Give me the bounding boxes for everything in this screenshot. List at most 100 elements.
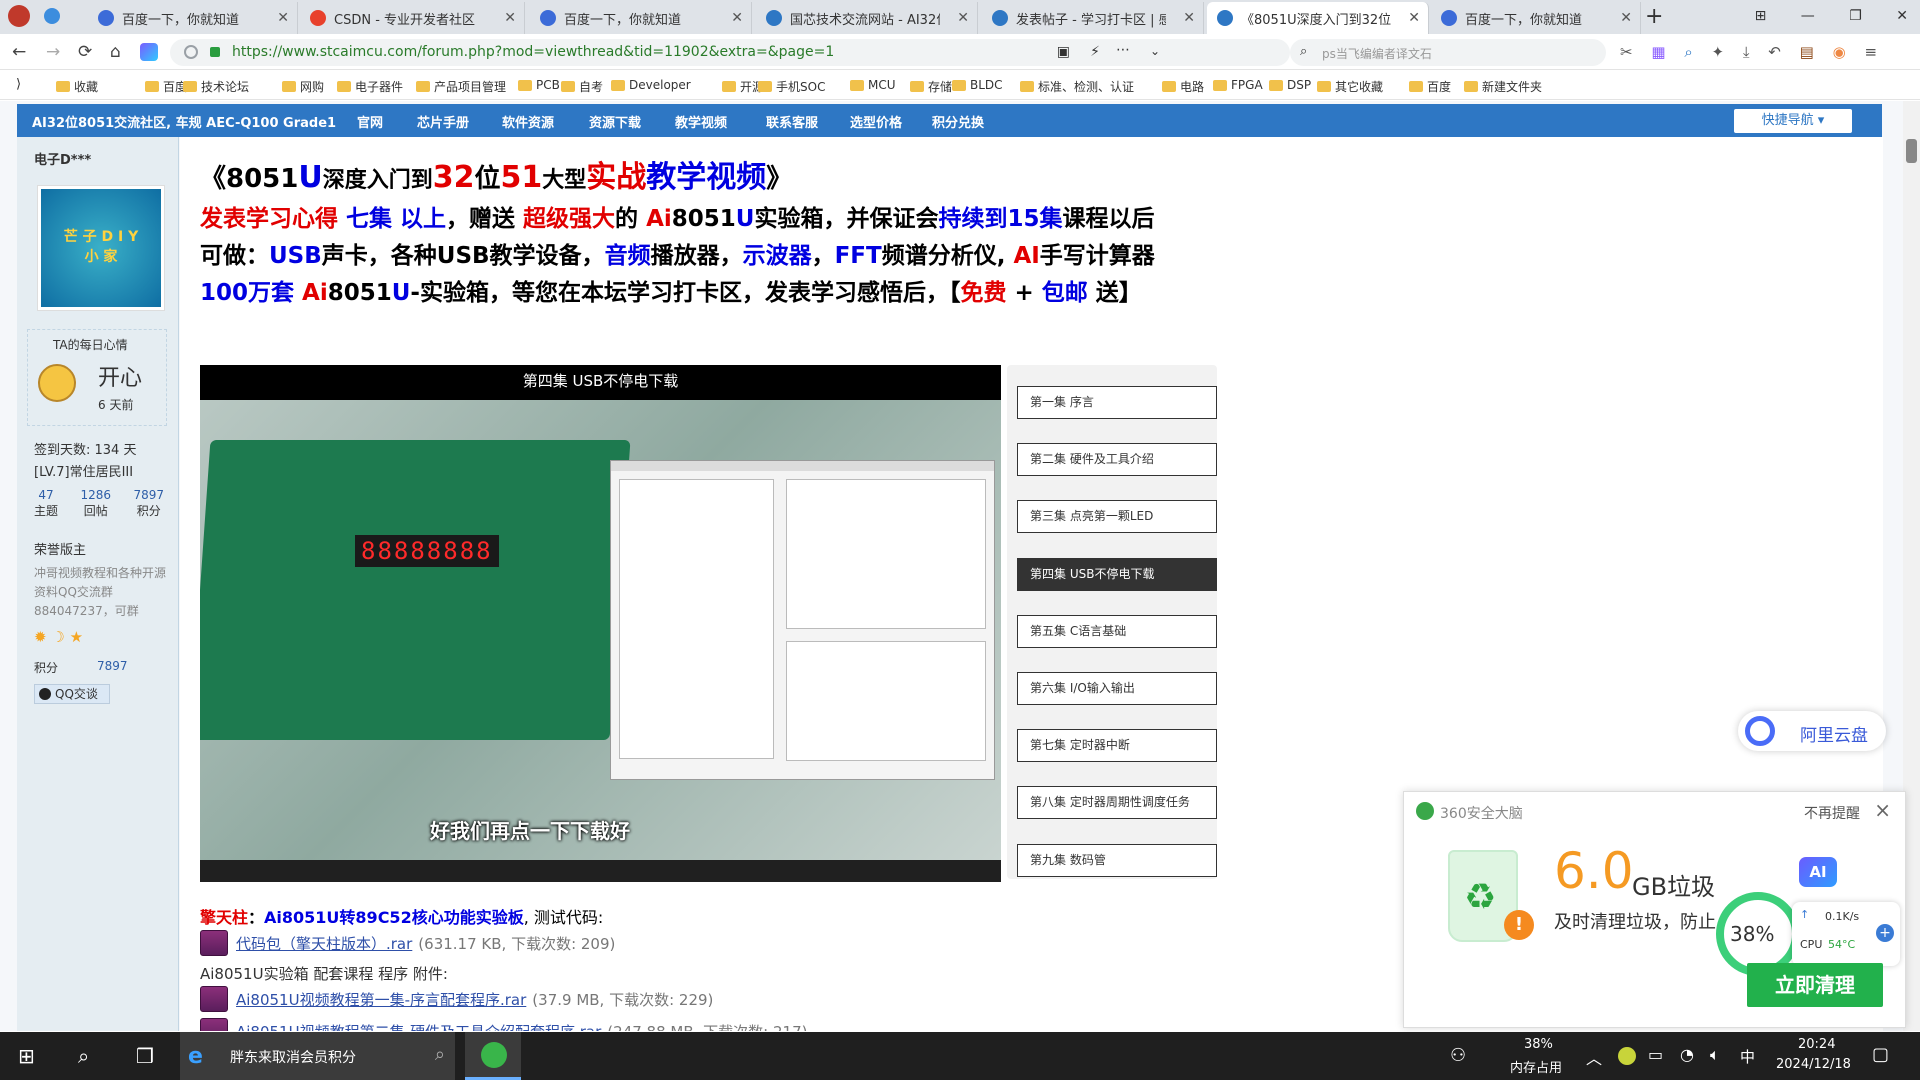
tab-close-icon[interactable]: ✕ [957, 10, 969, 26]
browser-tab[interactable]: 国芯技术交流网站 - AI32位8051 ✕ [756, 2, 978, 34]
tray-360-icon[interactable] [1618, 1047, 1636, 1065]
playlist-episode[interactable]: 第五集 C语言基础 [1017, 614, 1217, 648]
video-player[interactable]: 第四集 USB不停电下载 88888888 好我们再点一下下载好 [200, 365, 1001, 882]
dropdown-icon[interactable]: ⌄ [1150, 44, 1160, 58]
site-nav-item[interactable]: 资源下载 [589, 112, 641, 131]
attachment-link[interactable]: 代码包（擎天柱版本）.rar [236, 933, 412, 954]
restore-icon[interactable]: ❐ [1849, 8, 1862, 24]
home-icon[interactable]: ⌂ [110, 42, 121, 62]
clock-time[interactable]: 20:24 [1798, 1037, 1835, 1052]
show-hidden-icons-icon[interactable]: ︿ [1586, 1045, 1602, 1069]
bookmark-item[interactable]: FPGA [1213, 78, 1263, 92]
network-icon[interactable]: ◔ [1680, 1045, 1694, 1064]
wallet-icon[interactable]: ▤ [1800, 43, 1814, 61]
flash-icon[interactable]: ⚡ [1090, 44, 1100, 60]
extensions-icon[interactable]: ✦ [1712, 43, 1725, 61]
bookmark-item[interactable]: PCB [518, 78, 560, 92]
profile-icon[interactable]: ◉ [1833, 43, 1846, 61]
tab-close-icon[interactable]: ✕ [504, 10, 516, 26]
tab-close-icon[interactable]: ✕ [731, 10, 743, 26]
tray-device-icon[interactable]: ▭ [1648, 1045, 1663, 1064]
stat-value[interactable]: 47 [34, 488, 58, 502]
tab-close-icon[interactable]: ✕ [1408, 10, 1420, 26]
site-info-icon[interactable] [184, 45, 198, 59]
downloads-icon[interactable]: ⤓ [1743, 43, 1750, 61]
scrollbar-thumb[interactable] [1906, 139, 1917, 163]
author-name[interactable]: 电子D*** [34, 149, 91, 168]
site-brand[interactable]: AI32位8051交流社区, 车规 AEC-Q100 Grade1 [32, 112, 336, 131]
playlist-episode[interactable]: 第四集 USB不停电下载 [1017, 557, 1217, 591]
site-nav-item[interactable]: 教学视频 [675, 112, 727, 131]
url-text[interactable]: https://www.stcaimcu.com/forum.php?mod=v… [232, 44, 834, 60]
notification-icon[interactable]: ▢ [1872, 1044, 1889, 1065]
back-icon[interactable]: ← [12, 42, 26, 62]
site-nav-item[interactable]: 选型价格 [850, 112, 902, 131]
browser-tab[interactable]: 百度一下，你就知道 ✕ [1431, 2, 1641, 34]
avatar[interactable]: 芒 子 D I Y 小 家 [37, 185, 165, 311]
volume-icon[interactable]: 🔈︎ [1710, 1045, 1720, 1065]
bookmark-item[interactable]: MCU [850, 78, 896, 92]
sidebar-toggle-icon[interactable] [44, 8, 60, 24]
dismiss-link[interactable]: 不再提醒 [1804, 803, 1860, 823]
playlist-episode[interactable]: 第一集 序言 [1017, 386, 1217, 419]
taskbar-search-icon[interactable]: ⌕ [78, 1044, 89, 1068]
bookmark-item[interactable]: 收藏 [56, 78, 98, 95]
screenshot-icon[interactable]: ▣ [1057, 44, 1070, 60]
quick-nav-button[interactable]: 快捷导航 ▾ [1734, 109, 1852, 133]
playlist-episode[interactable]: 第八集 定时器周期性调度任务 [1017, 786, 1217, 820]
reload-icon[interactable]: ⟳ [78, 42, 92, 62]
clock-date[interactable]: 2024/12/18 [1776, 1057, 1851, 1072]
minimize-icon[interactable]: — [1801, 8, 1815, 24]
tab-close-icon[interactable]: ✕ [1183, 10, 1195, 26]
popup-close-icon[interactable]: × [1874, 798, 1891, 822]
attachment-link[interactable]: Ai8051U视频教程第一集-序言配套程序.rar [236, 989, 526, 1010]
bookmark-item[interactable]: 电路 [1162, 78, 1204, 95]
browser-tab[interactable]: 发表帖子 - 学习打卡区 | 感悟 ✕ [982, 2, 1204, 34]
browser-tab[interactable]: CSDN - 专业开发者社区 ✕ [300, 2, 525, 34]
memory-usage-percent[interactable]: 38% [1524, 1037, 1553, 1052]
taskbar-browser-app[interactable] [465, 1032, 521, 1080]
qq-chat-button[interactable]: QQ交谈 [34, 684, 110, 704]
forward-icon[interactable]: → [46, 42, 60, 62]
people-icon[interactable]: ⚇ [1450, 1045, 1466, 1066]
taskbar-search-box[interactable]: e 胖东来取消会员积分 ⌕ [180, 1032, 455, 1080]
aliyun-drive-widget[interactable]: 阿里云盘 [1738, 711, 1886, 751]
more-icon[interactable]: ⋯ [1116, 42, 1130, 58]
browser-tab[interactable]: 《8051U深度入门到32位5 ✕ [1207, 2, 1429, 34]
playlist-episode[interactable]: 第三集 点亮第一颗LED [1017, 500, 1217, 534]
site-nav-item[interactable]: 联系客服 [766, 112, 818, 131]
task-view-icon[interactable]: ❒ [136, 1044, 154, 1068]
search-input[interactable]: ps当飞编编者译文石 [1322, 45, 1432, 62]
playlist-episode[interactable]: 第九集 数码管 [1017, 843, 1217, 877]
site-nav-item[interactable]: 积分兑换 [932, 112, 984, 131]
bookmark-item[interactable]: 百度 [145, 78, 187, 95]
new-tab-button[interactable]: + [1645, 4, 1663, 29]
search-box[interactable]: ⌕ ps当飞编编者译文石 [1290, 39, 1606, 66]
bookmark-item[interactable]: DSP [1269, 78, 1311, 92]
bookmark-item[interactable]: BLDC [952, 78, 1003, 92]
ime-indicator[interactable]: 中 [1740, 1046, 1755, 1067]
ai-assistant-icon[interactable] [140, 43, 158, 61]
bookmarks-expand-icon[interactable]: ⟩ [16, 77, 21, 92]
window-menu-icon[interactable]: ⊞ [1755, 8, 1767, 24]
bookmark-item[interactable]: 网购 [282, 78, 324, 95]
windows-start-icon[interactable]: ⊞ [18, 1044, 35, 1068]
site-nav-item[interactable]: 芯片手册 [417, 112, 469, 131]
bookmark-item[interactable]: 其它收藏 [1317, 78, 1383, 95]
browser-tab[interactable]: 百度一下，你就知道 ✕ [88, 2, 298, 34]
bookmark-item[interactable]: 标准、检测、认证 [1020, 78, 1134, 95]
address-bar[interactable]: https://www.stcaimcu.com/forum.php?mod=v… [170, 39, 1290, 66]
site-nav-item[interactable]: 官网 [357, 112, 383, 131]
ai-badge[interactable]: AI [1799, 857, 1837, 887]
scissors-icon[interactable]: ✂ [1620, 43, 1633, 61]
translate-icon[interactable]: ▦ [1651, 43, 1665, 61]
taskbar-search-text[interactable]: 胖东来取消会员积分 [230, 1047, 356, 1067]
browser-logo-icon[interactable] [8, 5, 30, 27]
browser-tab[interactable]: 百度一下，你就知道 ✕ [530, 2, 752, 34]
tab-close-icon[interactable]: ✕ [277, 10, 289, 26]
add-widget-icon[interactable]: + [1876, 924, 1894, 942]
site-nav-item[interactable]: 软件资源 [502, 112, 554, 131]
tab-close-icon[interactable]: ✕ [1620, 10, 1632, 26]
bookmark-item[interactable]: Developer [611, 78, 691, 92]
menu-icon[interactable]: ≡ [1865, 43, 1878, 61]
